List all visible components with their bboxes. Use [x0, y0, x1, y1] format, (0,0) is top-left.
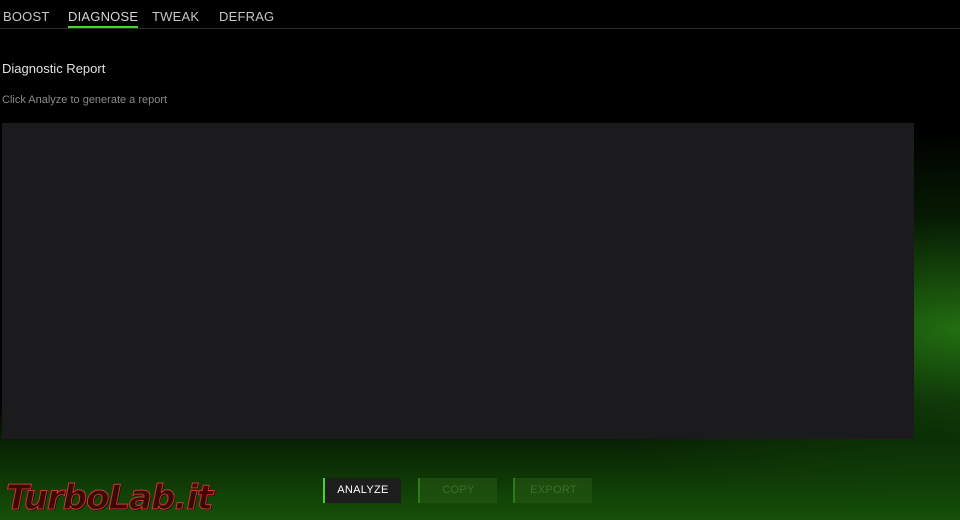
report-title: Diagnostic Report	[2, 61, 106, 76]
watermark-logo: TurboLab.it	[5, 478, 213, 519]
tab-diagnose[interactable]: DIAGNOSE	[68, 9, 139, 28]
copy-button[interactable]: COPY	[418, 478, 497, 503]
tab-tweak[interactable]: TWEAK	[152, 9, 199, 24]
tab-defrag[interactable]: DEFRAG	[219, 9, 274, 24]
analyze-button[interactable]: ANALYZE	[323, 478, 401, 503]
report-output-area[interactable]	[2, 123, 914, 439]
tab-boost[interactable]: BOOST	[3, 9, 50, 24]
report-hint: Click Analyze to generate a report	[2, 94, 168, 106]
export-button[interactable]: EXPORT	[513, 478, 592, 503]
tab-bar: BOOST DIAGNOSE TWEAK DEFRAG	[0, 0, 960, 29]
